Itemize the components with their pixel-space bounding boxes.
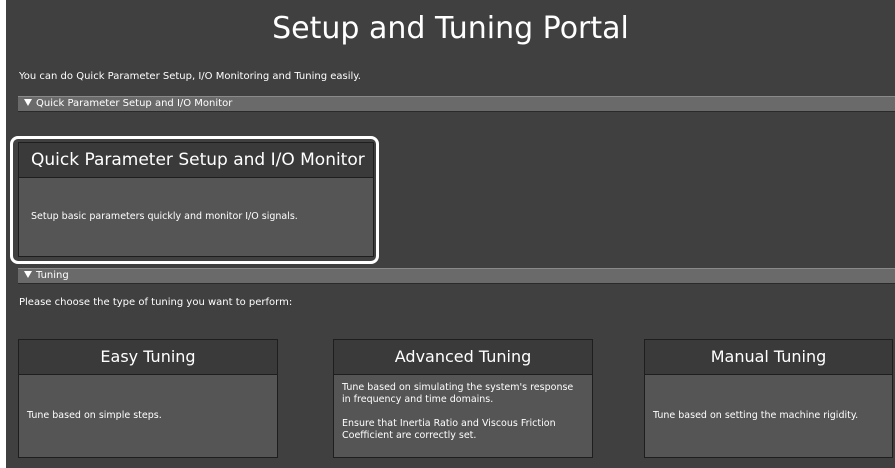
tile-title: Manual Tuning <box>645 340 892 375</box>
tile-description: Setup basic parameters quickly and monit… <box>19 178 373 256</box>
tile-description: Tune based on simulating the system's re… <box>334 375 592 457</box>
tile-description-text: Setup basic parameters quickly and monit… <box>31 211 298 222</box>
intro-text: You can do Quick Parameter Setup, I/O Mo… <box>19 71 361 82</box>
tuning-prompt: Please choose the type of tuning you wan… <box>19 297 293 308</box>
collapse-triangle-icon <box>24 271 32 278</box>
tile-description-text: Tune based on simple steps. <box>27 410 162 421</box>
tile-description-text: Tune based on setting the machine rigidi… <box>653 410 859 421</box>
page-title: Setup and Tuning Portal <box>272 11 629 46</box>
tile-title: Advanced Tuning <box>334 340 592 375</box>
easy-tuning-tile[interactable]: Easy Tuning Tune based on simple steps. <box>18 339 278 458</box>
advanced-tuning-tile[interactable]: Advanced Tuning Tune based on simulating… <box>333 339 593 458</box>
manual-tuning-tile[interactable]: Manual Tuning Tune based on setting the … <box>644 339 893 458</box>
section-header-label: Quick Parameter Setup and I/O Monitor <box>36 98 233 109</box>
section-header-label: Tuning <box>36 270 69 281</box>
tile-title: Quick Parameter Setup and I/O Monitor <box>19 143 373 178</box>
section-header-tuning[interactable]: Tuning <box>18 268 895 284</box>
tile-description-note: Ensure that Inertia Ratio and Viscous Fr… <box>342 418 556 441</box>
section-header-quick-parameter[interactable]: Quick Parameter Setup and I/O Monitor <box>18 96 895 112</box>
tile-description: Tune based on simple steps. <box>19 375 277 457</box>
quick-parameter-setup-tile[interactable]: Quick Parameter Setup and I/O Monitor Se… <box>18 142 374 257</box>
setup-tuning-portal: Setup and Tuning Portal You can do Quick… <box>6 0 895 468</box>
tile-description: Tune based on setting the machine rigidi… <box>645 375 892 457</box>
collapse-triangle-icon <box>24 99 32 106</box>
tile-title: Easy Tuning <box>19 340 277 375</box>
tile-description-text: Tune based on simulating the system's re… <box>342 382 574 405</box>
